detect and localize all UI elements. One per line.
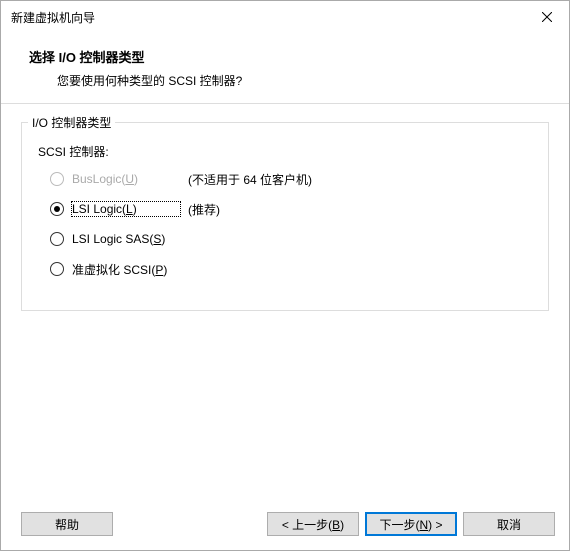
radio-lsi-logic-sas-label: LSI Logic SAS(S) (72, 232, 180, 246)
wizard-header: 选择 I/O 控制器类型 您要使用何种类型的 SCSI 控制器? (1, 33, 569, 104)
wizard-window: 新建虚拟机向导 选择 I/O 控制器类型 您要使用何种类型的 SCSI 控制器?… (0, 0, 570, 551)
next-button[interactable]: 下一步(N) > (365, 512, 457, 536)
option-buslogic: BusLogic(U) (不适用于 64 位客户机) (50, 170, 534, 188)
window-title: 新建虚拟机向导 (11, 9, 525, 26)
titlebar: 新建虚拟机向导 (1, 1, 569, 33)
option-paravirtual-scsi[interactable]: 准虚拟化 SCSI(P) (50, 260, 534, 278)
wizard-content: I/O 控制器类型 SCSI 控制器: BusLogic(U) (不适用于 64… (1, 104, 569, 502)
group-legend: I/O 控制器类型 (28, 114, 115, 131)
radio-buslogic-label: BusLogic(U) (72, 172, 180, 186)
controller-type-group: I/O 控制器类型 SCSI 控制器: BusLogic(U) (不适用于 64… (21, 122, 549, 311)
option-lsi-logic-sas[interactable]: LSI Logic SAS(S) (50, 230, 534, 248)
radio-lsi-logic-sas[interactable] (50, 232, 64, 246)
radio-lsi-logic-label: LSI Logic(L) (72, 202, 180, 216)
close-button[interactable] (525, 1, 569, 33)
radio-paravirtual-scsi[interactable] (50, 262, 64, 276)
page-title: 选择 I/O 控制器类型 (29, 47, 541, 66)
option-lsi-logic[interactable]: LSI Logic(L) (推荐) (50, 200, 534, 218)
radio-buslogic-note: (不适用于 64 位客户机) (188, 171, 312, 188)
scsi-controller-label: SCSI 控制器: (38, 143, 534, 160)
cancel-button[interactable]: 取消 (463, 512, 555, 536)
help-button[interactable]: 帮助 (21, 512, 113, 536)
close-icon (542, 12, 552, 22)
page-subtitle: 您要使用何种类型的 SCSI 控制器? (29, 72, 541, 89)
back-button[interactable]: < 上一步(B) (267, 512, 359, 536)
radio-lsi-logic[interactable] (50, 202, 64, 216)
wizard-footer: 帮助 < 上一步(B) 下一步(N) > 取消 (1, 502, 569, 550)
radio-lsi-logic-note: (推荐) (188, 201, 220, 218)
radio-paravirtual-scsi-label: 准虚拟化 SCSI(P) (72, 261, 180, 278)
radio-buslogic (50, 172, 64, 186)
